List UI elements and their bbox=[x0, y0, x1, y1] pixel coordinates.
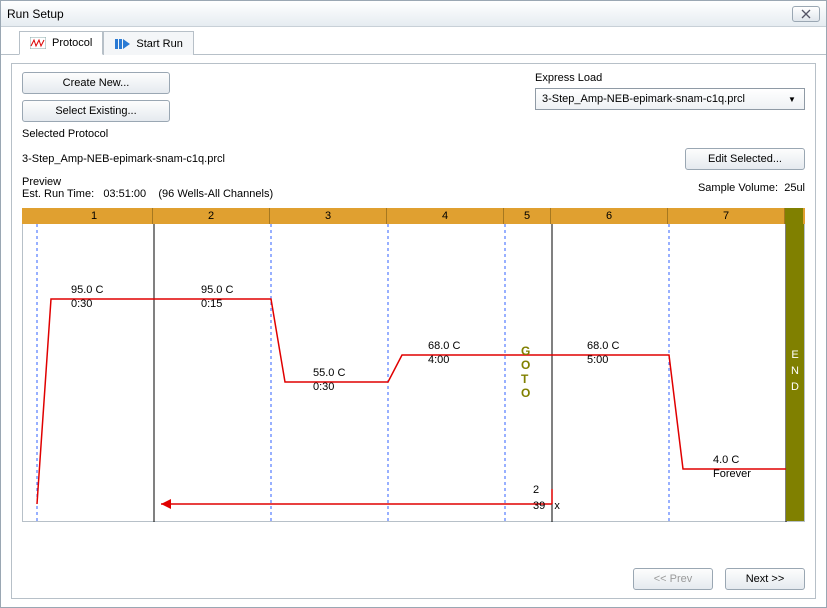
sample-volume-value: 25ul bbox=[784, 182, 805, 194]
tab-bar: Protocol Start Run bbox=[1, 27, 826, 55]
step1-time: 0:30 bbox=[71, 298, 92, 310]
step-header-1: 1 bbox=[36, 208, 153, 224]
step1-temp: 95.0 C bbox=[71, 284, 103, 296]
run-setup-window: Run Setup Protocol Start Run Create New.… bbox=[0, 0, 827, 608]
wells-label: (96 Wells-All Channels) bbox=[158, 188, 273, 200]
loop-target: 2 bbox=[533, 484, 539, 496]
tab-start-run[interactable]: Start Run bbox=[103, 31, 193, 55]
select-existing-button[interactable]: Select Existing... bbox=[22, 100, 170, 122]
est-runtime-value: 03:51:00 bbox=[103, 188, 146, 200]
tab-startrun-label: Start Run bbox=[136, 38, 182, 50]
chevron-down-icon: ▼ bbox=[784, 91, 800, 107]
close-icon bbox=[800, 9, 812, 19]
express-load-combo[interactable]: 3-Step_Amp-NEB-epimark-snam-c1q.prcl ▼ bbox=[535, 88, 805, 110]
step7-temp: 4.0 C bbox=[713, 454, 739, 466]
content-panel: Create New... Select Existing... Express… bbox=[11, 63, 816, 599]
protocol-chart: 95.0 C 0:30 95.0 C 0:15 55.0 C 0:30 68.0… bbox=[22, 224, 805, 522]
express-load-label: Express Load bbox=[535, 72, 805, 84]
step-header-3: 3 bbox=[270, 208, 387, 224]
goto-label: G O T O bbox=[521, 344, 530, 400]
selected-protocol-value: 3-Step_Amp-NEB-epimark-snam-c1q.prcl bbox=[22, 153, 225, 165]
step4-temp: 68.0 C bbox=[428, 340, 460, 352]
step-header-6: 6 bbox=[551, 208, 668, 224]
prev-button: << Prev bbox=[633, 568, 713, 590]
sample-volume-label: Sample Volume: bbox=[698, 182, 778, 194]
step6-time: 5:00 bbox=[587, 354, 608, 366]
titlebar: Run Setup bbox=[1, 1, 826, 27]
est-runtime-label: Est. Run Time: bbox=[22, 188, 94, 200]
loop-count: 39 x bbox=[533, 500, 560, 512]
selected-protocol-label: Selected Protocol bbox=[22, 128, 805, 140]
express-load-value: 3-Step_Amp-NEB-epimark-snam-c1q.prcl bbox=[542, 93, 745, 105]
step4-time: 4:00 bbox=[428, 354, 449, 366]
step-header-5: 5 bbox=[504, 208, 551, 224]
play-icon bbox=[114, 37, 130, 51]
step2-temp: 95.0 C bbox=[201, 284, 233, 296]
close-button[interactable] bbox=[792, 6, 820, 22]
window-title: Run Setup bbox=[7, 7, 64, 21]
step-header-4: 4 bbox=[387, 208, 504, 224]
tab-protocol-label: Protocol bbox=[52, 37, 92, 49]
protocol-chart-svg bbox=[23, 224, 805, 522]
edit-selected-button[interactable]: Edit Selected... bbox=[685, 148, 805, 170]
waveform-icon bbox=[30, 36, 46, 50]
create-new-button[interactable]: Create New... bbox=[22, 72, 170, 94]
preview-label: Preview bbox=[22, 176, 61, 188]
tab-protocol[interactable]: Protocol bbox=[19, 31, 103, 55]
step3-temp: 55.0 C bbox=[313, 367, 345, 379]
step2-time: 0:15 bbox=[201, 298, 222, 310]
protocol-step-header: 1234567 bbox=[22, 208, 805, 224]
step-header-2: 2 bbox=[153, 208, 270, 224]
step-header-7: 7 bbox=[668, 208, 785, 224]
next-button[interactable]: Next >> bbox=[725, 568, 805, 590]
step3-time: 0:30 bbox=[313, 381, 334, 393]
end-label: END bbox=[786, 224, 804, 521]
step7-time: Forever bbox=[713, 468, 751, 480]
step6-temp: 68.0 C bbox=[587, 340, 619, 352]
